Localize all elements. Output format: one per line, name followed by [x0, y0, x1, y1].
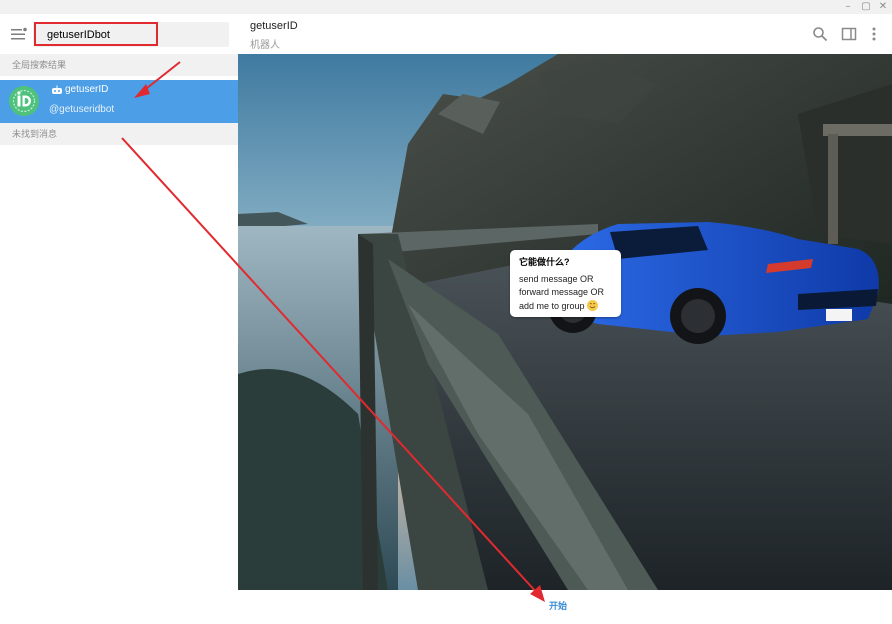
- chat-subtitle: 机器人: [250, 40, 280, 51]
- menu-icon[interactable]: [11, 27, 27, 41]
- smile-emoji-icon: [586, 300, 598, 311]
- close-window-icon[interactable]: ✕: [877, 1, 889, 13]
- maximize-icon[interactable]: ▢: [860, 1, 872, 13]
- minimize-icon[interactable]: –: [842, 1, 854, 13]
- chat-panel: getuserID 机器人 它能做什么? send message OR for…: [238, 14, 892, 624]
- search-result-getuserid[interactable]: getuserID @getuseridbot: [0, 80, 238, 123]
- sidebar-toggle-icon[interactable]: [841, 26, 857, 42]
- search-icon[interactable]: [812, 26, 828, 42]
- result-name: getuserID: [65, 84, 109, 95]
- bubble-line-1: send message OR: [519, 274, 594, 284]
- window-titlebar: – ▢ ✕: [0, 0, 892, 14]
- search-bar: ✕: [0, 14, 258, 54]
- bubble-line-2: forward message OR: [519, 287, 605, 297]
- more-vertical-icon[interactable]: [866, 26, 882, 42]
- bubble-line-3: add me to group: [519, 300, 598, 311]
- avatar: [9, 86, 39, 116]
- bubble-line-3-text: add me to group: [519, 301, 585, 311]
- bot-icon: [52, 85, 62, 94]
- result-username: @getuseridbot: [49, 104, 115, 115]
- search-input[interactable]: [33, 22, 207, 47]
- global-results-header: 全局搜索结果: [0, 54, 238, 76]
- left-panel: ✕ 全局搜索结果 getuserID @getuseridbot 未找到消息: [0, 14, 258, 624]
- chat-title[interactable]: getuserID: [250, 20, 298, 32]
- bot-description-bubble: 它能做什么? send message OR forward message O…: [510, 250, 621, 317]
- chat-header: getuserID 机器人: [238, 14, 892, 54]
- search-field-container: ✕: [33, 22, 258, 48]
- messages-not-found-header: 未找到消息: [0, 123, 238, 145]
- bottom-bar: 开始: [238, 590, 892, 624]
- bubble-title: 它能做什么?: [519, 257, 570, 267]
- chat-background-image: [238, 54, 892, 590]
- start-button[interactable]: 开始: [549, 599, 567, 612]
